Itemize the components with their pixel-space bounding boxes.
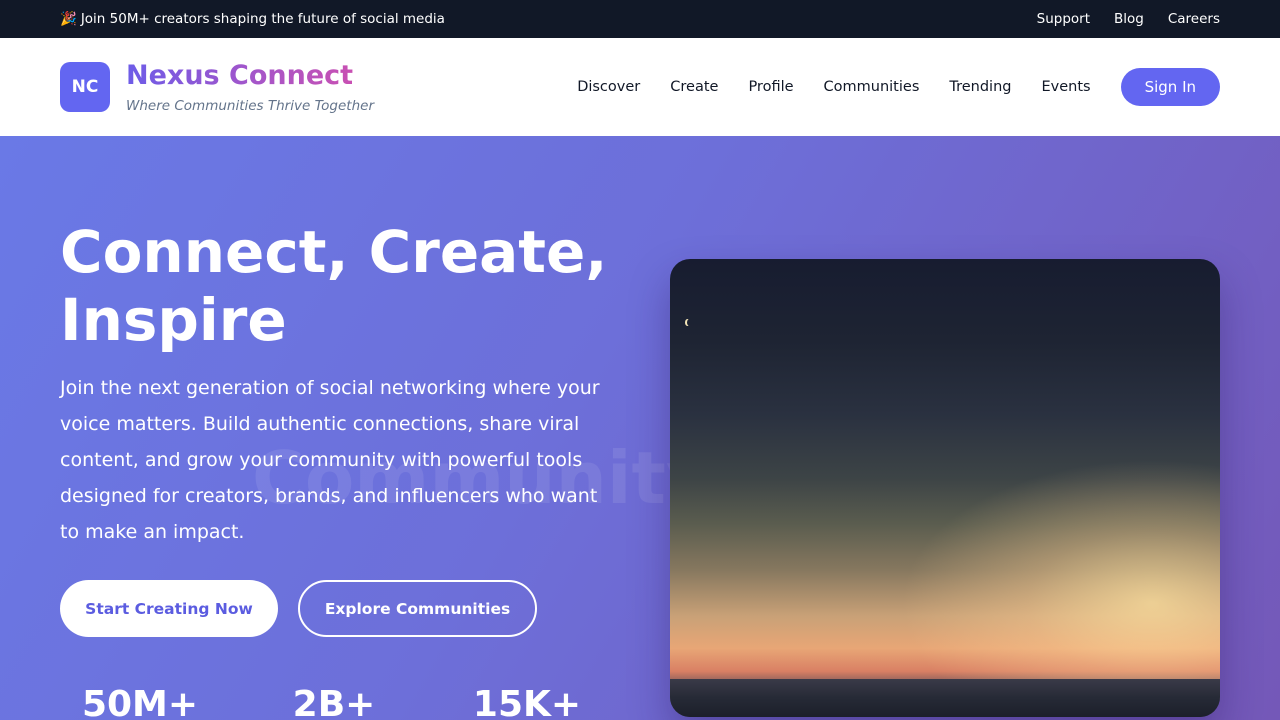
brand[interactable]: NC Nexus Connect Where Communities Thriv… xyxy=(60,60,374,114)
site-header: NC Nexus Connect Where Communities Thriv… xyxy=(0,38,1280,136)
blog-link[interactable]: Blog xyxy=(1114,11,1144,27)
start-creating-button[interactable]: Start Creating Now xyxy=(60,580,278,637)
stat-creators: 50M+ xyxy=(81,684,199,720)
sign-in-button[interactable]: Sign In xyxy=(1120,68,1220,106)
explore-communities-button[interactable]: Explore Communities xyxy=(298,580,537,637)
announcement-text: Join 50M+ creators shaping the future of… xyxy=(80,11,445,27)
brand-name[interactable]: Nexus Connect xyxy=(126,60,374,91)
sea-horizon xyxy=(670,679,1220,717)
hero-sunset-image xyxy=(670,259,1220,717)
nav-events[interactable]: Events xyxy=(1041,79,1090,95)
announcement-bar: 🎉 Join 50M+ creators shaping the future … xyxy=(0,0,1280,38)
nav-trending[interactable]: Trending xyxy=(949,79,1011,95)
party-popper-icon: 🎉 xyxy=(60,11,77,27)
nav-profile[interactable]: Profile xyxy=(748,79,793,95)
stat-posts: 2B+ xyxy=(292,684,376,720)
main-nav: Discover Create Profile Communities Tren… xyxy=(577,68,1220,106)
brand-text: Nexus Connect Where Communities Thrive T… xyxy=(126,60,374,113)
brand-tagline: Where Communities Thrive Together xyxy=(126,97,374,114)
announcement: 🎉 Join 50M+ creators shaping the future … xyxy=(60,11,445,27)
nav-create[interactable]: Create xyxy=(670,79,718,95)
careers-link[interactable]: Careers xyxy=(1168,11,1220,27)
utility-links: Support Blog Careers xyxy=(1037,11,1220,27)
hero-section: Community Connect, Create, Inspire Join … xyxy=(0,136,1280,720)
support-link[interactable]: Support xyxy=(1037,11,1090,27)
logo[interactable]: NC xyxy=(60,61,110,112)
nav-communities[interactable]: Communities xyxy=(824,79,920,95)
nav-discover[interactable]: Discover xyxy=(577,79,640,95)
crescent-moon-icon xyxy=(687,319,692,326)
hero-title: Connect, Create, Inspire xyxy=(60,218,608,354)
hero-stats: 50M+ 2B+ 15K+ xyxy=(0,684,640,720)
hero-description: Join the next generation of social netwo… xyxy=(60,377,600,543)
stat-communities: 15K+ xyxy=(472,684,582,720)
sunset-glow xyxy=(900,459,1220,699)
